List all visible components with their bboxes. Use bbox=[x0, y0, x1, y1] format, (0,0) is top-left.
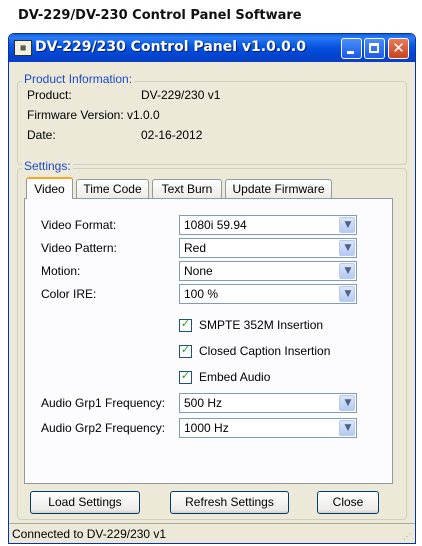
tab-time-code[interactable]: Time Code bbox=[76, 179, 149, 198]
audio-grp2-value: 1000 Hz bbox=[184, 421, 229, 435]
firmware-version-label: Firmware Version: bbox=[27, 108, 124, 122]
embed-audio-label: Embed Audio bbox=[199, 370, 271, 384]
motion-label: Motion: bbox=[41, 264, 81, 278]
product-value: DV-229/230 v1 bbox=[141, 88, 221, 102]
audio-grp1-label: Audio Grp1 Frequency: bbox=[41, 396, 166, 410]
minimize-button[interactable] bbox=[341, 38, 362, 59]
audio-grp1-value: 500 Hz bbox=[184, 396, 223, 410]
color-ire-select[interactable]: 100 % ▼ bbox=[179, 284, 357, 304]
color-ire-value: 100 % bbox=[184, 287, 219, 301]
app-icon[interactable]: ▦ bbox=[14, 40, 32, 56]
checkmark-icon: ✓ bbox=[180, 369, 191, 382]
status-text: Connected to DV-229/230 v1 bbox=[12, 527, 167, 541]
video-pattern-value: Red bbox=[184, 241, 207, 255]
chevron-down-icon: ▼ bbox=[344, 398, 352, 408]
window-title: DV-229/230 Control Panel v1.0.0.0 bbox=[35, 39, 306, 55]
maximize-button[interactable] bbox=[364, 38, 385, 59]
closed-caption-label: Closed Caption Insertion bbox=[199, 344, 331, 358]
settings-legend: Settings: bbox=[22, 159, 73, 173]
checkmark-icon: ✓ bbox=[180, 343, 191, 356]
control-panel-window: ▦ DV-229/230 Control Panel v1.0.0.0 ✕ Pr… bbox=[8, 33, 416, 544]
title-bar[interactable]: ▦ DV-229/230 Control Panel v1.0.0.0 ✕ bbox=[9, 34, 415, 62]
audio-grp2-dropdown-button[interactable]: ▼ bbox=[339, 420, 355, 436]
product-info-legend: Product Information: bbox=[22, 72, 135, 86]
checkmark-icon: ✓ bbox=[180, 317, 191, 330]
video-format-select[interactable]: 1080i 59.94 ▼ bbox=[179, 215, 357, 235]
close-button[interactable]: Close bbox=[317, 491, 379, 514]
color-ire-dropdown-button[interactable]: ▼ bbox=[339, 286, 355, 302]
minimize-icon bbox=[347, 51, 354, 54]
checkbox-box[interactable]: ✓ bbox=[179, 343, 192, 358]
motion-select[interactable]: None ▼ bbox=[179, 261, 357, 281]
tab-text-burn[interactable]: Text Burn bbox=[152, 179, 222, 198]
date-label: Date: bbox=[27, 128, 56, 142]
audio-grp1-select[interactable]: 500 Hz ▼ bbox=[179, 393, 357, 413]
resize-grip-icon[interactable]: ⋰ bbox=[403, 532, 413, 542]
chevron-down-icon: ▼ bbox=[344, 243, 352, 253]
color-ire-label: Color IRE: bbox=[41, 287, 97, 301]
close-window-button[interactable]: ✕ bbox=[388, 38, 409, 59]
page-caption: DV-229/DV-230 Control Panel Software bbox=[18, 8, 302, 23]
firmware-version-value: v1.0.0 bbox=[127, 108, 160, 122]
video-pattern-select[interactable]: Red ▼ bbox=[179, 238, 357, 258]
motion-dropdown-button[interactable]: ▼ bbox=[339, 263, 355, 279]
checkbox-box[interactable]: ✓ bbox=[179, 317, 192, 332]
maximize-icon bbox=[369, 43, 379, 53]
smpte-352m-label: SMPTE 352M Insertion bbox=[199, 318, 324, 332]
tab-update-firmware[interactable]: Update Firmware bbox=[225, 179, 332, 198]
chevron-down-icon: ▼ bbox=[344, 266, 352, 276]
video-format-value: 1080i 59.94 bbox=[184, 218, 247, 232]
audio-grp1-dropdown-button[interactable]: ▼ bbox=[339, 395, 355, 411]
audio-grp2-select[interactable]: 1000 Hz ▼ bbox=[179, 418, 357, 438]
video-pattern-label: Video Pattern: bbox=[41, 241, 117, 255]
video-format-dropdown-button[interactable]: ▼ bbox=[339, 217, 355, 233]
chevron-down-icon: ▼ bbox=[344, 220, 352, 230]
audio-grp2-label: Audio Grp2 Frequency: bbox=[41, 421, 166, 435]
tab-video[interactable]: Video bbox=[26, 177, 73, 199]
chevron-down-icon: ▼ bbox=[344, 289, 352, 299]
chevron-down-icon: ▼ bbox=[344, 423, 352, 433]
date-value: 02-16-2012 bbox=[141, 128, 203, 142]
checkbox-box[interactable]: ✓ bbox=[179, 369, 192, 384]
close-icon: ✕ bbox=[392, 39, 405, 57]
refresh-settings-button[interactable]: Refresh Settings bbox=[170, 491, 289, 514]
load-settings-button[interactable]: Load Settings bbox=[30, 491, 140, 514]
video-pattern-dropdown-button[interactable]: ▼ bbox=[339, 240, 355, 256]
video-format-label: Video Format: bbox=[41, 218, 117, 232]
motion-value: None bbox=[184, 264, 213, 278]
status-bar: Connected to DV-229/230 v1 ⋰ bbox=[9, 523, 415, 543]
product-label: Product: bbox=[27, 88, 72, 102]
